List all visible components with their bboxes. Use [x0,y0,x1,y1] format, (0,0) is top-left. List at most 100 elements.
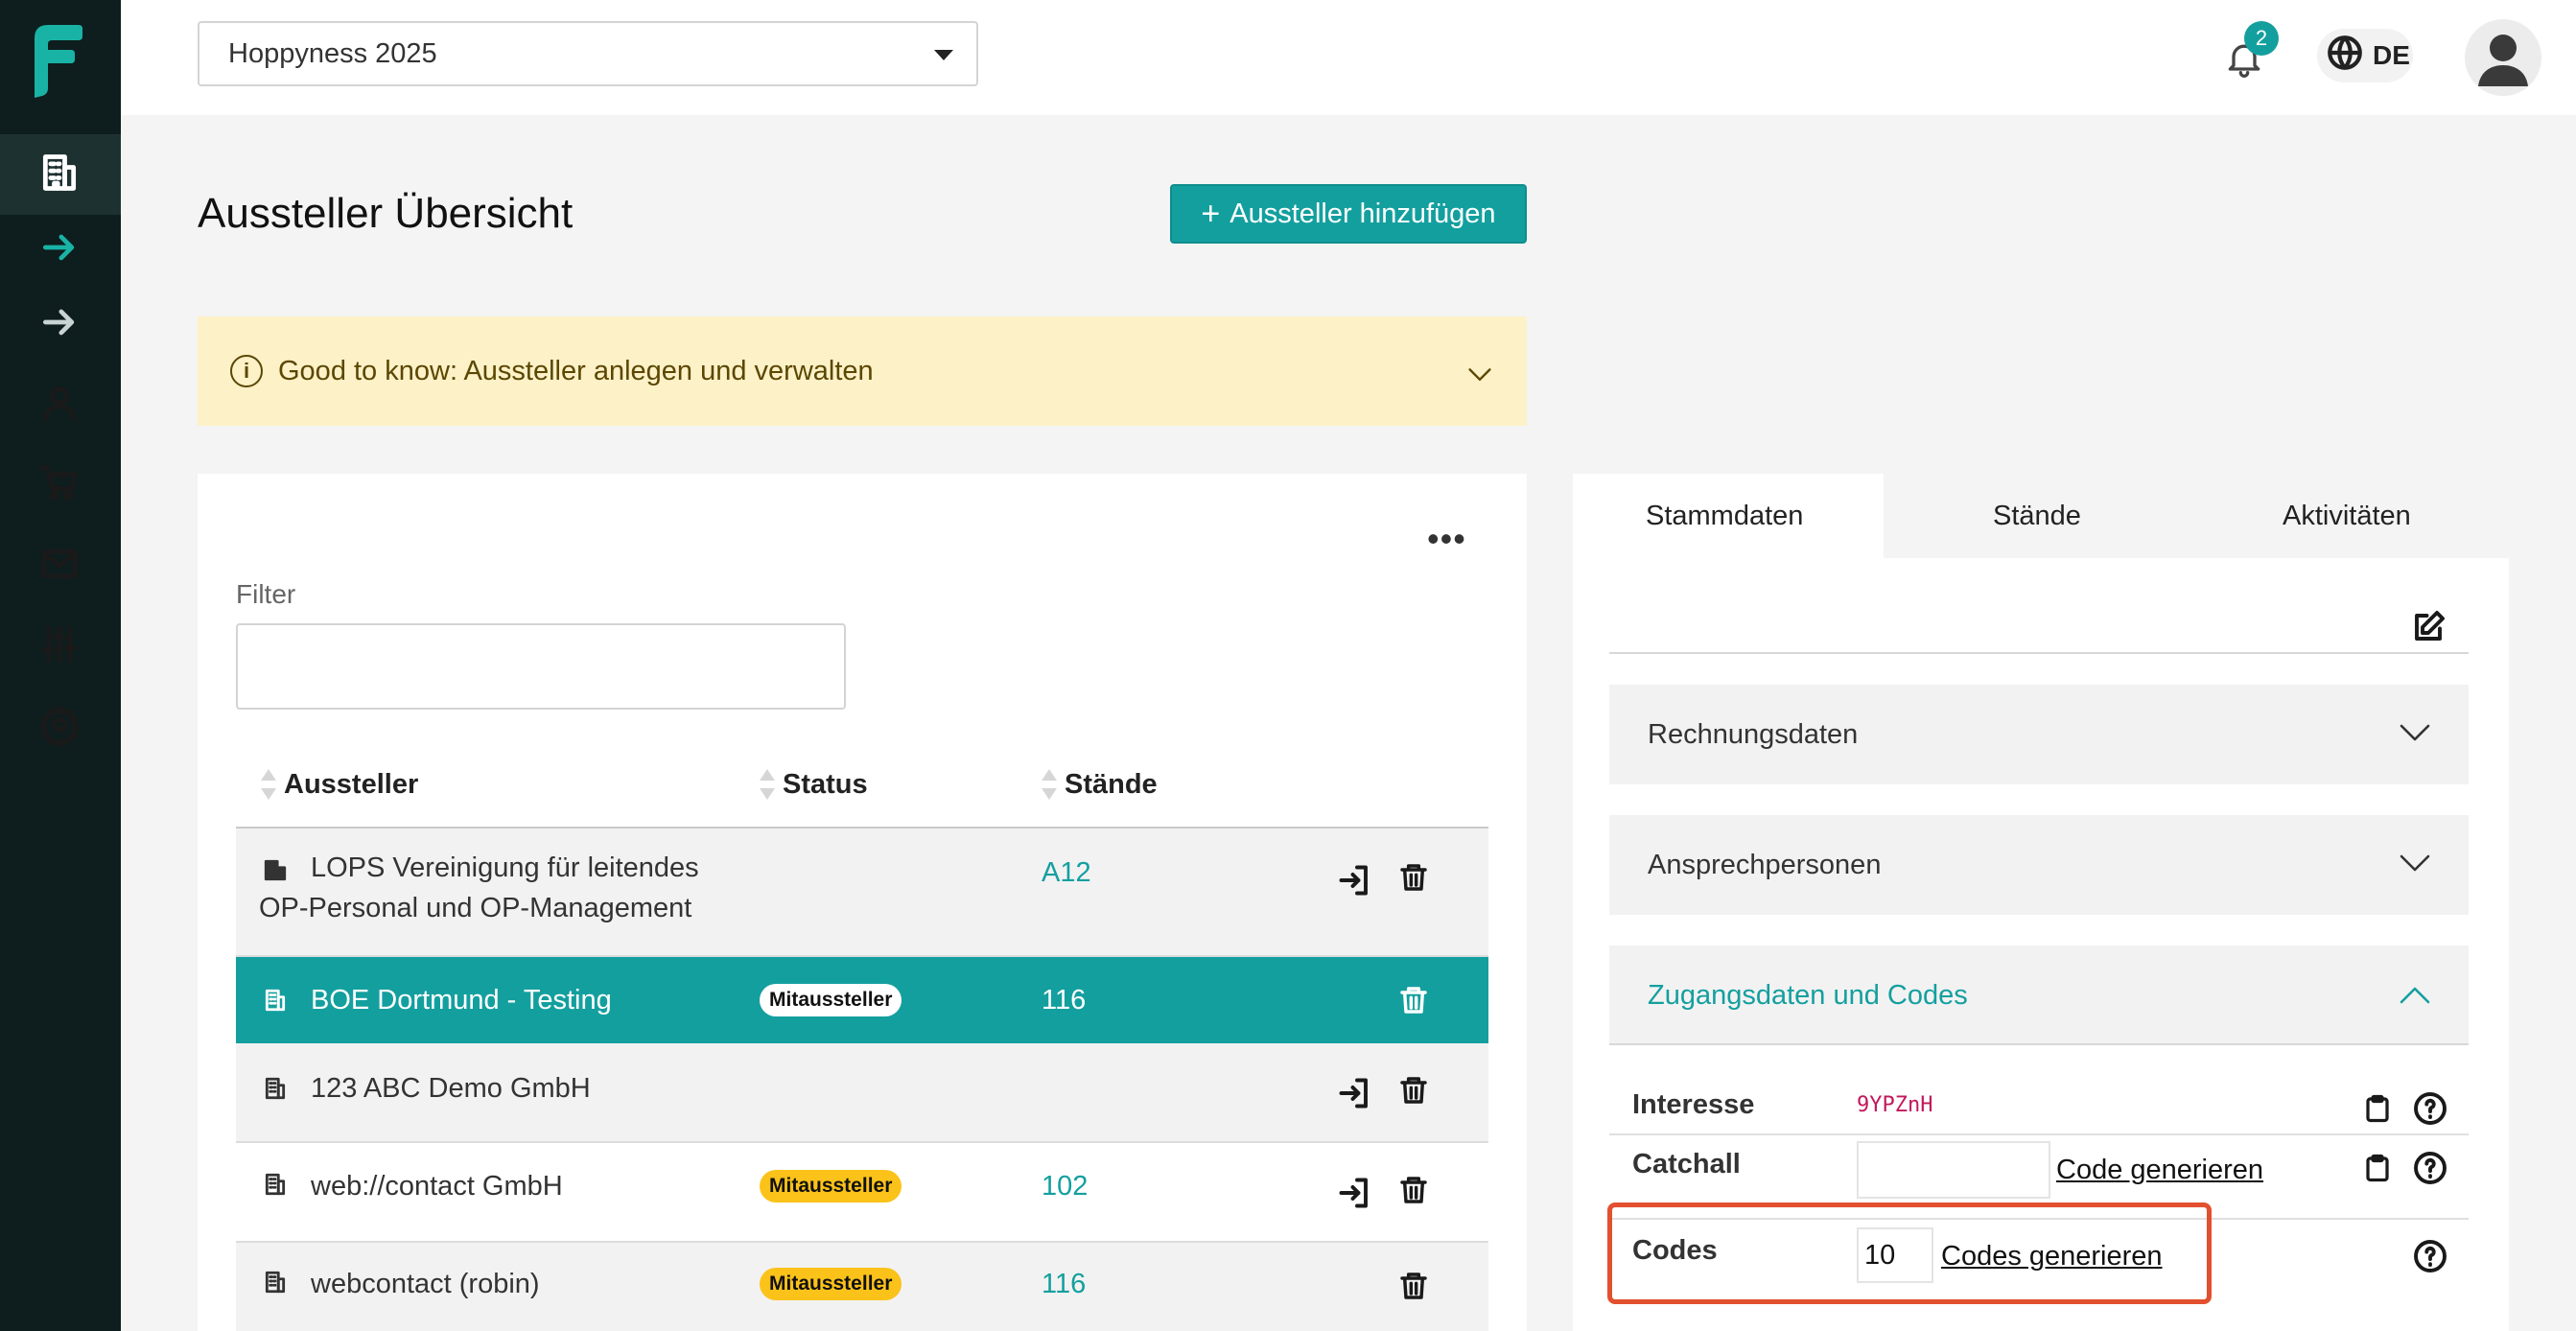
chevron-down-icon [2400,719,2430,751]
stand-link[interactable]: A12 [1042,857,1091,889]
info-banner[interactable]: i Good to know: Aussteller anlegen und v… [198,316,1527,426]
exhibitor-name: BOE Dortmund - Testing [311,985,612,1016]
sort-icon [261,767,276,802]
sidebar-item-controls[interactable] [38,625,81,667]
sidebar-item-settings[interactable] [38,704,81,751]
arrow-right-icon [38,301,81,348]
more-options-icon[interactable]: ••• [1427,522,1466,556]
section-title: Zugangsdaten und Codes [1648,979,1968,1011]
building-icon [263,1268,288,1296]
exhibitor-name: web://contact GmbH [311,1171,563,1202]
help-icon[interactable] [2413,1151,2447,1185]
section-title: Ansprechpersonen [1648,849,1882,880]
building-icon [263,986,288,1015]
table-row-selected[interactable]: BOE Dortmund - Testing Mitaussteller 116 [236,957,1488,1043]
column-header-stands[interactable]: Stände [1042,767,1158,802]
section-zugangsdaten[interactable]: Zugangsdaten und Codes [1609,946,2469,1045]
table-row[interactable]: web://contact GmbH Mitaussteller 102 [236,1143,1488,1243]
info-text: Good to know: Aussteller anlegen und ver… [278,355,874,386]
tab-stammdaten[interactable]: Stammdaten [1646,501,1803,532]
codes-highlight-box [1607,1203,2212,1304]
sliders-icon [38,623,81,670]
interesse-label: Interesse [1632,1089,1755,1120]
catchall-label: Catchall [1632,1149,1741,1179]
detail-divider [1609,652,2469,654]
trash-icon[interactable] [1398,1268,1429,1304]
login-icon[interactable] [1337,863,1371,898]
app-logo[interactable] [27,21,86,102]
help-icon[interactable] [2413,1091,2447,1126]
add-exhibitor-button[interactable]: + Aussteller hinzufügen [1170,184,1527,244]
building-icon [38,152,81,198]
clipboard-icon[interactable] [2363,1091,2392,1126]
avatar[interactable] [2465,19,2541,96]
chevron-down-icon [2400,850,2430,881]
column-header-status[interactable]: Status [760,767,868,802]
cart-icon [38,462,81,509]
edit-icon[interactable] [2411,610,2446,644]
gear-icon [38,704,81,751]
trash-icon[interactable] [1398,982,1429,1018]
tab-aktivitaeten[interactable]: Aktivitäten [2283,501,2411,532]
clipboard-icon[interactable] [2363,1151,2392,1185]
tab-staende[interactable]: Stände [1993,501,2081,532]
trash-icon[interactable] [1398,1172,1429,1208]
table-row[interactable]: LOPS Vereinigung für leitendes OP-Person… [236,829,1488,957]
event-select-value: Hoppyness 2025 [228,37,437,69]
sidebar-subitem-2[interactable] [38,303,81,345]
language-switcher[interactable]: DE [2317,29,2413,82]
mail-icon [38,543,81,590]
sort-icon [1042,767,1057,802]
sort-icon [760,767,775,802]
info-icon: i [230,355,263,387]
section-title: Rechnungsdaten [1648,718,1859,750]
column-header-exhibitor[interactable]: Aussteller [261,767,418,802]
trash-icon[interactable] [1398,1072,1429,1109]
login-icon[interactable] [1337,1076,1371,1110]
language-label: DE [2373,40,2410,70]
globe-icon [2325,33,2365,80]
sidebar-item-users[interactable] [38,384,81,426]
row-divider [1609,1133,2469,1135]
sidebar [0,0,121,1331]
status-badge: Mitaussteller [760,984,902,1016]
interesse-code: 9YPZnH [1857,1093,1933,1117]
chevron-down-icon[interactable] [1467,359,1492,390]
sidebar-subitem-1[interactable] [38,228,81,270]
generate-code-link[interactable]: Code generieren [2056,1155,2263,1186]
status-badge: Mitaussteller [760,1268,902,1300]
caret-down-icon [934,50,953,60]
user-icon [38,382,81,429]
stand-link[interactable]: 102 [1042,1166,1088,1206]
section-rechnungsdaten[interactable]: Rechnungsdaten [1609,685,2469,784]
add-exhibitor-label: Aussteller hinzufügen [1229,198,1496,229]
trash-icon[interactable] [1398,859,1429,896]
page-title: Aussteller Übersicht [198,190,574,237]
stand-link[interactable]: 116 [1042,1264,1086,1304]
notification-badge: 2 [2244,21,2279,56]
exhibitor-name-line2: OP-Personal und OP-Management [259,893,692,923]
chevron-up-icon [2400,980,2430,1012]
help-icon[interactable] [2413,1239,2447,1273]
exhibitor-name: 123 ABC Demo GmbH [311,1073,591,1104]
building-icon [263,1170,288,1199]
building-icon [263,855,288,884]
sidebar-item-mail[interactable] [38,545,81,587]
arrow-right-icon [38,226,81,273]
plus-icon: + [1201,196,1221,232]
status-badge: Mitaussteller [760,1170,902,1203]
filter-input[interactable] [236,623,846,710]
event-select[interactable]: Hoppyness 2025 [198,21,978,86]
filter-label: Filter [236,579,296,609]
exhibitor-name: LOPS Vereinigung für leitendes [311,852,699,883]
exhibitor-name: webcontact (robin) [311,1269,540,1299]
building-icon [263,1074,288,1103]
login-icon[interactable] [1337,1176,1371,1210]
sidebar-item-exhibitors[interactable] [38,153,81,196]
section-ansprechpersonen[interactable]: Ansprechpersonen [1609,815,2469,915]
catchall-input[interactable] [1857,1141,2050,1199]
sidebar-item-shop[interactable] [38,464,81,506]
table-row[interactable]: 123 ABC Demo GmbH [236,1043,1488,1143]
stand-link[interactable]: 116 [1042,980,1086,1020]
table-row[interactable]: webcontact (robin) Mitaussteller 116 [236,1243,1488,1331]
